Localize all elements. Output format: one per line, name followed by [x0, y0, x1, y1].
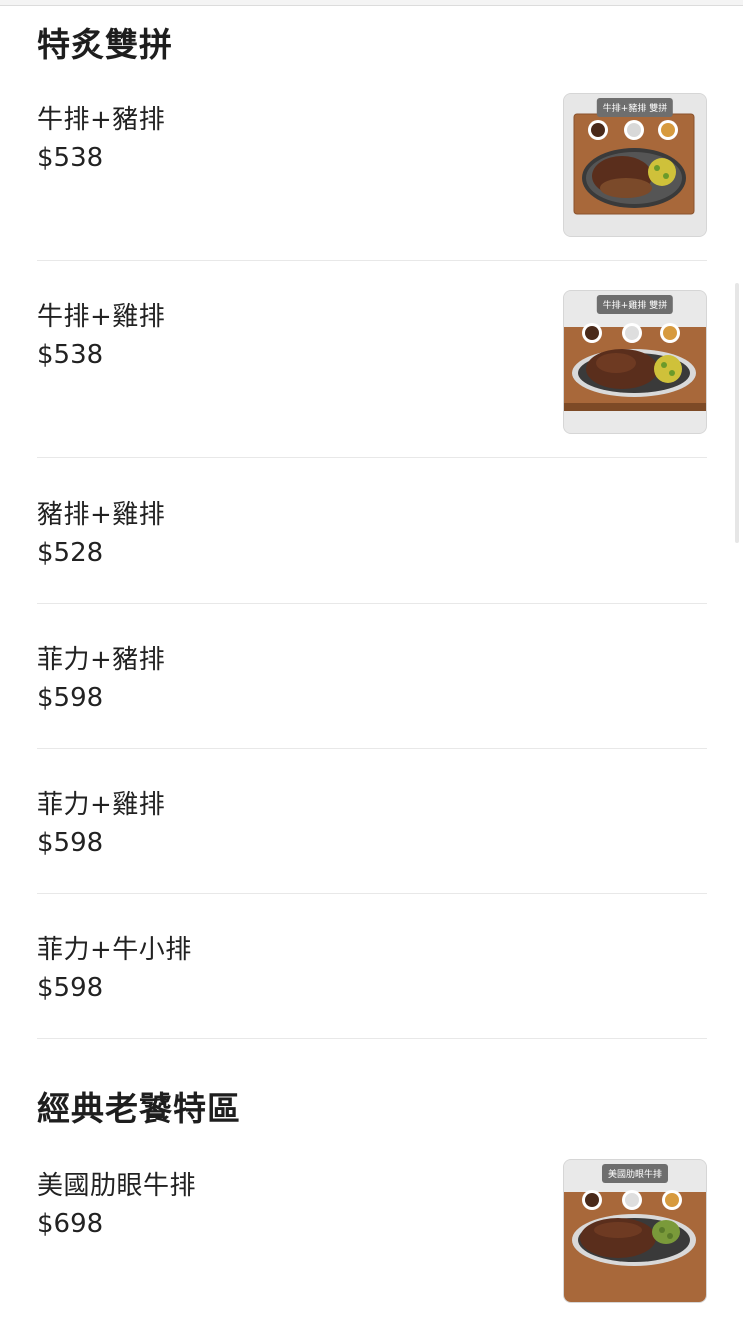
item-price: $538	[37, 143, 104, 173]
item-price: $528	[37, 538, 104, 568]
item-name: 菲力+雞排	[37, 790, 166, 820]
item-name: 牛排+雞排	[37, 302, 166, 332]
item-price: $698	[37, 1209, 104, 1239]
menu-item[interactable]: 美國肋眼牛排 $698 美國肋眼牛排	[37, 1159, 707, 1329]
item-photo[interactable]: 美國肋眼牛排	[563, 1159, 707, 1303]
item-name: 豬排+雞排	[37, 500, 166, 530]
item-name: 菲力+牛小排	[37, 935, 192, 965]
menu-item[interactable]: 菲力+豬排 $598	[37, 634, 707, 749]
item-price: $598	[37, 683, 104, 713]
menu-item[interactable]: 菲力+牛小排 $598	[37, 924, 707, 1039]
section-title: 經典老饕特區	[37, 1089, 241, 1128]
item-name: 菲力+豬排	[37, 645, 166, 675]
item-photo[interactable]: 牛排+雞排 雙拼	[563, 290, 707, 434]
scrollbar[interactable]	[735, 283, 739, 543]
top-border	[0, 0, 743, 6]
item-price: $598	[37, 828, 104, 858]
item-price: $538	[37, 340, 104, 370]
item-price: $598	[37, 973, 104, 1003]
menu-item[interactable]: 牛排+豬排 $538 牛排+豬排 雙拼	[37, 93, 707, 261]
photo-caption: 牛排+雞排 雙拼	[596, 295, 674, 314]
section-title: 特炙雙拼	[37, 25, 173, 64]
photo-caption: 牛排+豬排 雙拼	[596, 98, 674, 117]
item-name: 牛排+豬排	[37, 105, 166, 135]
menu-item[interactable]: 牛排+雞排 $538 牛排+雞排 雙拼	[37, 290, 707, 458]
item-name: 美國肋眼牛排	[37, 1171, 197, 1201]
photo-caption: 美國肋眼牛排	[601, 1164, 669, 1183]
item-photo[interactable]: 牛排+豬排 雙拼	[563, 93, 707, 237]
menu-item[interactable]: 菲力+雞排 $598	[37, 779, 707, 894]
menu-item[interactable]: 豬排+雞排 $528	[37, 488, 707, 604]
